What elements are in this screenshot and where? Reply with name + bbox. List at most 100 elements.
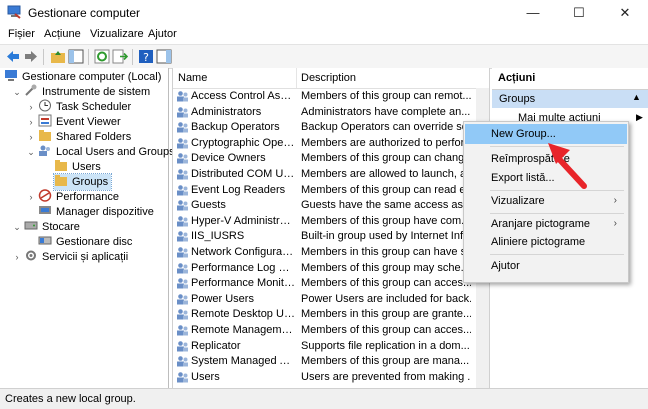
expand-icon[interactable]: › — [12, 249, 22, 265]
refresh-icon[interactable] — [94, 49, 110, 64]
expand-icon[interactable]: › — [26, 99, 36, 115]
table-row[interactable]: Device Owners Members of this group can c… — [173, 151, 489, 167]
group-icon — [177, 137, 188, 149]
tree-device-manager[interactable]: Manager dispozitive — [38, 204, 154, 220]
actions-section-label: Groups — [499, 93, 536, 105]
group-icon — [177, 293, 188, 305]
group-icon — [177, 340, 188, 352]
tree-device-manager-label: Manager dispozitive — [56, 206, 154, 218]
group-description: Users are prevented from making ... — [301, 370, 471, 383]
tree-event-viewer[interactable]: › Event Viewer — [30, 114, 121, 130]
expand-icon[interactable]: › — [26, 189, 36, 205]
table-row[interactable]: Replicator Supports file replication in a… — [173, 339, 489, 355]
expand-icon[interactable]: › — [26, 129, 36, 145]
table-row[interactable]: Network Configuratio... Members in this g… — [173, 245, 489, 261]
show-hide-tree-icon[interactable] — [68, 49, 84, 64]
show-action-pane-icon[interactable] — [156, 49, 172, 64]
group-description: Backup Operators can override se... — [301, 121, 471, 134]
menu-line-up-icons[interactable]: Aliniere pictograme — [465, 232, 627, 252]
menu-arrange-icons-label: Aranjare pictograme — [491, 218, 591, 230]
forward-icon[interactable] — [23, 49, 39, 64]
table-row[interactable]: Cryptographic Operat... Members are autho… — [173, 136, 489, 152]
menu-file[interactable]: Fișier — [8, 28, 35, 40]
group-icon — [177, 231, 188, 242]
column-name[interactable]: Name — [178, 72, 207, 84]
group-name: Performance Monitor ... — [191, 277, 295, 290]
table-row[interactable]: IIS_IUSRS Built-in group used by Internet… — [173, 229, 489, 245]
tree-task-scheduler-label: Task Scheduler — [56, 101, 132, 113]
column-description[interactable]: Description — [301, 72, 356, 84]
group-icon — [177, 262, 188, 274]
tree-services-apps[interactable]: › Servicii și aplicații — [16, 249, 129, 265]
computer-management-icon — [5, 70, 17, 81]
tree-disk-management-label: Gestionare disc — [56, 236, 133, 248]
group-description: Guests have the same access as m... — [301, 199, 471, 212]
table-row[interactable]: Power Users Power Users are included for … — [173, 292, 489, 308]
shared-folder-icon — [39, 130, 51, 141]
group-name: Users — [191, 370, 220, 383]
groups-list: Name Description Access Control Assist..… — [172, 68, 490, 388]
group-name: IIS_IUSRS — [191, 230, 245, 243]
tree-groups[interactable]: Groups — [52, 173, 113, 191]
menu-view[interactable]: Vizualizare — [90, 28, 144, 40]
group-description: Members are allowed to launch, a... — [301, 168, 471, 180]
table-row[interactable]: Remote Management... Members of this grou… — [173, 323, 489, 339]
tree-system-tools-label: Instrumente de sistem — [42, 86, 151, 98]
group-name: Cryptographic Operat... — [191, 136, 295, 149]
group-icon — [177, 371, 188, 383]
tree-shared-folders[interactable]: › Shared Folders — [30, 129, 131, 145]
table-row[interactable]: Distributed COM Users Members are allowed… — [173, 167, 489, 183]
menu-help[interactable]: Ajutor — [465, 256, 627, 276]
collapse-icon[interactable]: ⌄ — [12, 84, 22, 100]
tree-performance[interactable]: › Performance — [30, 189, 119, 205]
tree-users-label: Users — [72, 161, 101, 173]
expand-icon[interactable]: › — [26, 114, 36, 130]
export-list-icon[interactable] — [112, 49, 128, 64]
actions-header: Acțiuni — [492, 68, 648, 90]
menu-arrange-icons[interactable]: Aranjare pictograme › — [465, 214, 627, 234]
tree-users[interactable]: Users — [54, 159, 101, 175]
tree-disk-management[interactable]: Gestionare disc — [38, 234, 132, 250]
table-row[interactable]: Users Users are prevented from making ... — [173, 370, 489, 386]
table-row[interactable]: Hyper-V Administrators Members of this gr… — [173, 214, 489, 230]
menu-help[interactable]: Ajutor — [148, 28, 177, 40]
help-icon[interactable]: ? — [138, 49, 154, 64]
table-row[interactable]: Performance Monitor ... Members of this g… — [173, 276, 489, 292]
minimize-button[interactable]: — — [510, 0, 556, 25]
tree-storage[interactable]: ⌄ Stocare — [13, 219, 80, 235]
tree-task-scheduler[interactable]: › Task Scheduler — [30, 99, 132, 115]
tree-local-users-groups[interactable]: ⌄ Local Users and Groups — [27, 144, 175, 160]
window-title: Gestionare computer — [28, 6, 141, 20]
table-row[interactable]: System Managed Acc... Members of this gro… — [173, 354, 489, 370]
menu-view[interactable]: Vizualizare › — [465, 191, 627, 211]
table-row[interactable]: Access Control Assist... Members of this … — [173, 89, 489, 105]
group-icon — [177, 169, 188, 180]
group-description: Administrators have complete an... — [301, 105, 471, 118]
group-description: Power Users are included for back... — [301, 292, 471, 305]
group-description: Members of this group have com... — [301, 214, 471, 227]
collapse-up-icon[interactable]: ▲ — [632, 92, 641, 102]
table-row[interactable]: Remote Desktop Users Members in this grou… — [173, 307, 489, 323]
tree-services-apps-label: Servicii și aplicații — [42, 251, 129, 263]
table-row[interactable]: Event Log Readers Members of this group c… — [173, 183, 489, 199]
tools-icon — [25, 84, 37, 96]
table-row[interactable]: Guests Guests have the same access as m..… — [173, 198, 489, 214]
table-row[interactable]: Administrators Administrators have comple… — [173, 105, 489, 121]
tree-system-tools[interactable]: ⌄ Instrumente de sistem — [13, 84, 151, 100]
close-button[interactable]: ✕ — [602, 0, 648, 25]
status-bar: Creates a new local group. — [0, 388, 648, 409]
menu-action[interactable]: Acțiune — [44, 28, 81, 40]
table-row[interactable]: Performance Log Users Members of this gro… — [173, 261, 489, 277]
back-icon[interactable] — [5, 49, 21, 64]
up-folder-icon[interactable] — [50, 49, 66, 64]
group-icon — [177, 356, 188, 367]
tree-local-users-groups-label: Local Users and Groups — [56, 146, 175, 158]
services-icon — [26, 250, 36, 261]
actions-section-groups[interactable]: Groups ▲ — [492, 90, 648, 108]
maximize-button[interactable]: ☐ — [556, 0, 602, 25]
collapse-icon[interactable]: ⌄ — [26, 144, 36, 160]
tree-root-label: Gestionare computer (Local) — [22, 71, 162, 83]
table-row[interactable]: Backup Operators Backup Operators can ove… — [173, 120, 489, 136]
collapse-icon[interactable]: ⌄ — [12, 219, 22, 235]
tree-root[interactable]: Gestionare computer (Local) — [4, 69, 161, 85]
